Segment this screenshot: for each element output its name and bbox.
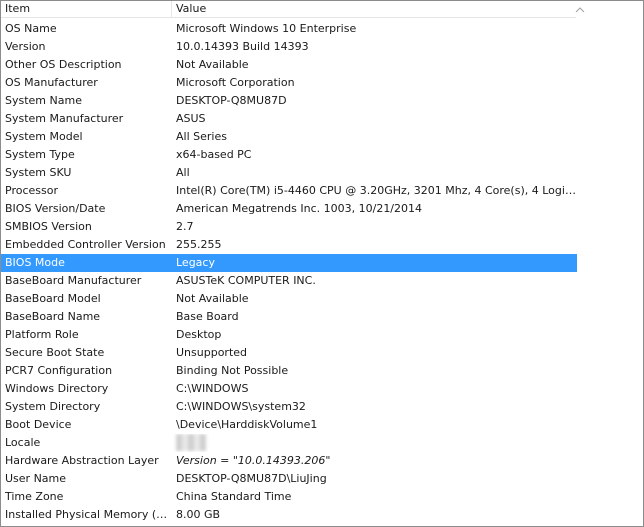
table-row[interactable]: Platform Role Desktop [1, 326, 577, 344]
table-row[interactable]: Secure Boot State Unsupported [1, 344, 577, 362]
item-cell: Version [5, 40, 46, 53]
table-row[interactable]: System Model All Series [1, 128, 577, 146]
value-cell: All Series [176, 130, 227, 143]
value-cell [173, 434, 577, 452]
table-row[interactable]: User Name DESKTOP-Q8MU87D\LiuJing [1, 470, 577, 488]
item-cell: User Name [5, 472, 67, 485]
item-cell: SMBIOS Version [5, 220, 92, 233]
item-cell: System SKU [5, 166, 72, 179]
value-cell: ASUS [176, 112, 206, 125]
item-cell: OS Manufacturer [5, 76, 98, 89]
item-cell: Locale [5, 436, 41, 449]
item-cell: System Model [5, 130, 83, 143]
table-row[interactable]: Time Zone China Standard Time [1, 488, 577, 506]
item-cell: Platform Role [5, 328, 79, 341]
table-row[interactable]: System Manufacturer ASUS [1, 110, 577, 128]
table-row[interactable]: System Type x64-based PC [1, 146, 577, 164]
value-cell: C:\WINDOWS\system32 [176, 400, 306, 413]
value-cell: DESKTOP-Q8MU87D [176, 94, 287, 107]
value-cell: \Device\HarddiskVolume1 [176, 418, 318, 431]
value-cell: Microsoft Corporation [176, 76, 295, 89]
value-cell: ASUSTeK COMPUTER INC. [176, 274, 316, 287]
value-cell: 8.00 GB [176, 508, 221, 521]
table-row[interactable]: BaseBoard Name Base Board [1, 308, 577, 326]
value-cell: Desktop [176, 328, 222, 341]
item-cell: Secure Boot State [5, 346, 105, 359]
item-cell: PCR7 Configuration [5, 364, 113, 377]
item-cell: Windows Directory [5, 382, 109, 395]
item-cell: Time Zone [5, 490, 64, 503]
blurred-locale-value [176, 434, 206, 451]
table-row[interactable]: BaseBoard Manufacturer ASUSTeK COMPUTER I… [1, 272, 577, 290]
table-row[interactable]: OS Manufacturer Microsoft Corporation [1, 74, 577, 92]
table-row[interactable]: BaseBoard Model Not Available [1, 290, 577, 308]
item-cell: BIOS Mode [5, 256, 65, 269]
value-cell: Binding Not Possible [176, 364, 289, 377]
table-row[interactable]: Version 10.0.14393 Build 14393 [1, 38, 577, 56]
item-cell: System Manufacturer [5, 112, 124, 125]
value-cell: Not Available [176, 58, 249, 71]
column-header-item[interactable]: Item [1, 1, 172, 17]
value-cell: Not Available [176, 292, 249, 305]
table-row[interactable]: System Directory C:\WINDOWS\system32 [1, 398, 577, 416]
item-cell: BIOS Version/Date [5, 202, 106, 215]
value-cell: C:\WINDOWS [176, 382, 249, 395]
value-cell: Intel(R) Core(TM) i5-4460 CPU @ 3.20GHz,… [176, 184, 577, 197]
table-row[interactable]: Embedded Controller Version 255.255 [1, 236, 577, 254]
table-row[interactable]: System Name DESKTOP-Q8MU87D [1, 92, 577, 110]
item-cell: BaseBoard Manufacturer [5, 274, 142, 287]
value-cell: China Standard Time [176, 490, 292, 503]
item-cell: OS Name [5, 22, 57, 35]
item-cell: System Name [5, 94, 82, 107]
table-row[interactable]: Other OS Description Not Available [1, 56, 577, 74]
value-cell: DESKTOP-Q8MU87D\LiuJing [176, 472, 327, 485]
value-cell: 2.7 [176, 220, 194, 233]
table-row[interactable]: PCR7 Configuration Binding Not Possible [1, 362, 577, 380]
value-cell: Microsoft Windows 10 Enterprise [176, 22, 357, 35]
item-cell: Hardware Abstraction Layer [5, 454, 159, 467]
table-row[interactable]: BIOS Version/Date American Megatrends Inc… [1, 200, 577, 218]
table-row[interactable]: System SKU All [1, 164, 577, 182]
table-row[interactable]: SMBIOS Version 2.7 [1, 218, 577, 236]
value-cell: Unsupported [176, 346, 248, 359]
list-header: Item Value [1, 1, 576, 18]
sort-chevron-up-icon[interactable] [574, 4, 586, 16]
item-cell: System Type [5, 148, 75, 161]
item-cell: Processor [5, 184, 58, 197]
table-row[interactable]: Locale [1, 434, 577, 452]
value-cell: Legacy [176, 256, 215, 269]
item-cell: System Directory [5, 400, 101, 413]
table-row[interactable]: Installed Physical Memory (RAM) 8.00 GB [1, 506, 577, 524]
item-cell: Boot Device [5, 418, 72, 431]
value-cell: American Megatrends Inc. 1003, 10/21/201… [176, 202, 423, 215]
table-row[interactable]: Processor Intel(R) Core(TM) i5-4460 CPU @… [1, 182, 577, 200]
item-cell: Installed Physical Memory (RAM) [5, 508, 173, 521]
table-row-selected[interactable]: BIOS Mode Legacy [1, 254, 577, 272]
system-summary-list: Item Value OS Name Microsoft Windows 10 E… [0, 0, 644, 527]
value-cell: All [176, 166, 190, 179]
value-cell: 10.0.14393 Build 14393 [176, 40, 309, 53]
table-row[interactable]: Windows Directory C:\WINDOWS [1, 380, 577, 398]
item-cell: BaseBoard Model [5, 292, 101, 305]
table-row[interactable]: Boot Device \Device\HarddiskVolume1 [1, 416, 577, 434]
value-cell: 255.255 [176, 238, 222, 251]
value-cell: Base Board [176, 310, 239, 323]
table-row[interactable]: Hardware Abstraction Layer Version = "10.… [1, 452, 577, 470]
item-cell: Other OS Description [5, 58, 122, 71]
item-cell: Embedded Controller Version [5, 238, 166, 251]
value-cell: Version = "10.0.14393.206" [176, 454, 331, 467]
column-header-value[interactable]: Value [172, 1, 576, 17]
value-cell: x64-based PC [176, 148, 252, 161]
item-cell: BaseBoard Name [5, 310, 101, 323]
table-row[interactable]: OS Name Microsoft Windows 10 Enterprise [1, 20, 577, 38]
list-body: OS Name Microsoft Windows 10 Enterprise V… [1, 20, 577, 524]
